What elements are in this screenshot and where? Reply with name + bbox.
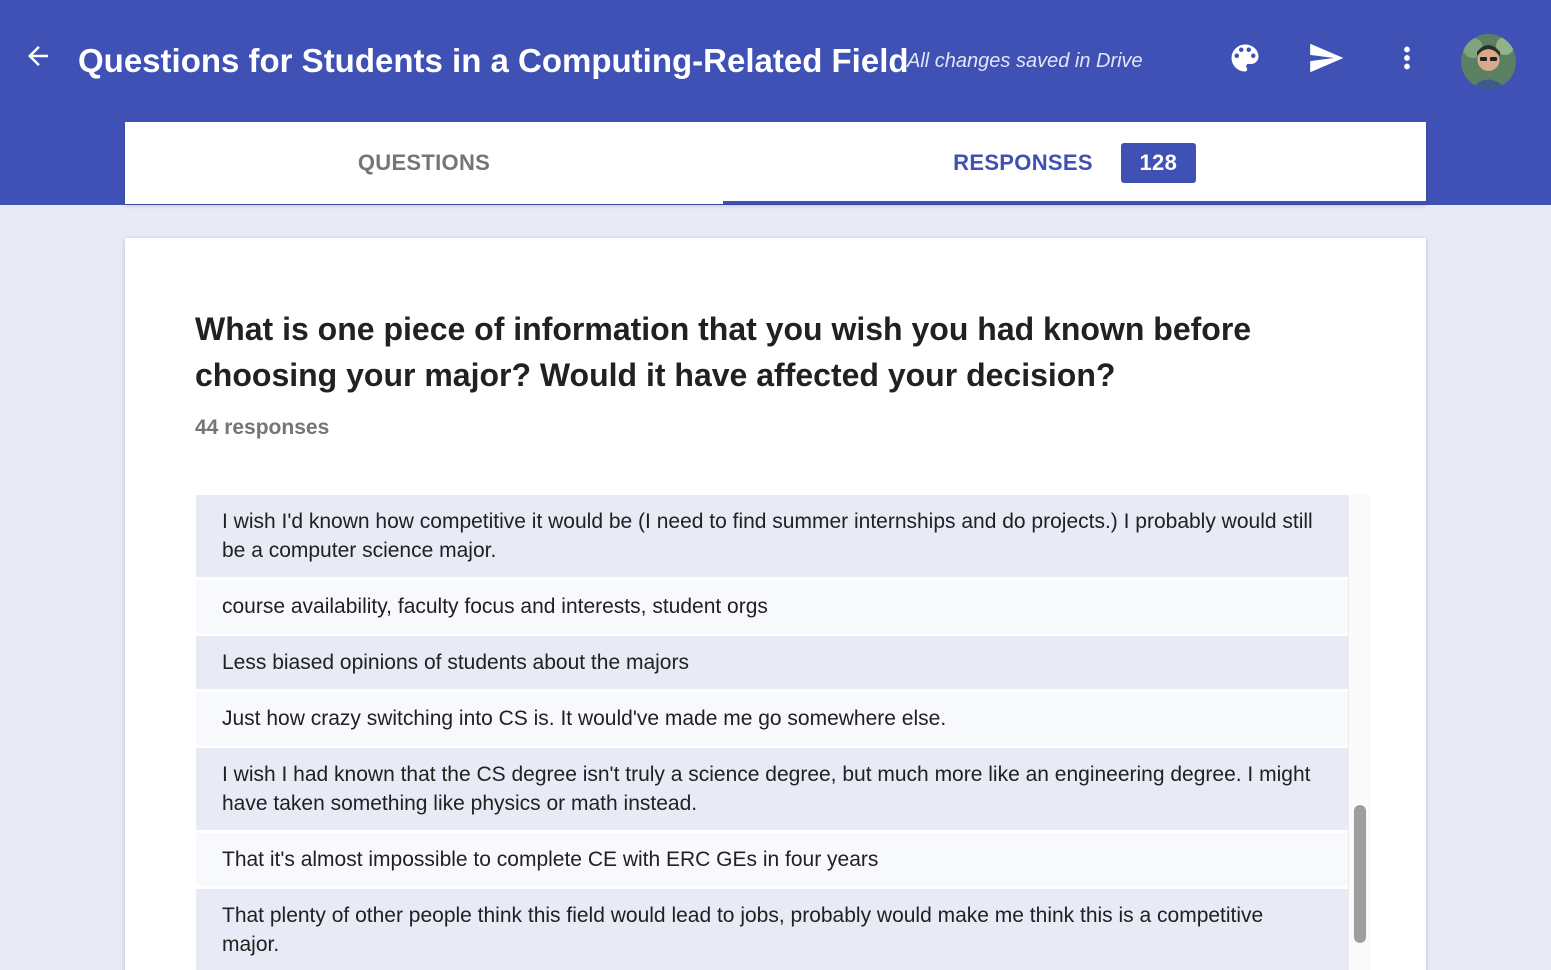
response-item: Less biased opinions of students about t… [196,636,1348,689]
palette-icon [1227,40,1263,81]
response-item: course availability, faculty focus and i… [196,580,1348,633]
send-icon [1307,39,1345,82]
back-button[interactable] [18,40,58,76]
tab-bar: QUESTIONS RESPONSES 128 [125,122,1426,204]
response-count: 44 responses [195,416,330,439]
responses-list: I wish I'd known how competitive it woul… [196,495,1348,970]
question-title: What is one piece of information that yo… [195,311,1252,393]
responses-scrollbar-thumb[interactable] [1354,805,1366,943]
forms-app: Questions for Students in a Computing-Re… [0,0,1551,970]
response-item: That plenty of other people think this f… [196,889,1348,970]
response-item: That it's almost impossible to complete … [196,833,1348,886]
send-button[interactable] [1302,36,1350,84]
customize-theme-button[interactable] [1221,36,1269,84]
tab-questions[interactable]: QUESTIONS [125,122,723,204]
form-title[interactable]: Questions for Students in a Computing-Re… [78,38,909,84]
more-vert-icon [1390,41,1424,80]
responses-count-badge: 128 [1120,143,1196,183]
save-status: All changes saved in Drive [907,50,1143,72]
question-summary-card: What is one piece of information that yo… [125,238,1426,970]
tab-responses-label: RESPONSES [953,150,1093,175]
tab-questions-label: QUESTIONS [357,150,491,175]
account-avatar[interactable] [1461,34,1516,89]
response-item: I wish I'd known how competitive it woul… [196,495,1348,577]
tab-responses[interactable]: RESPONSES 128 [723,122,1426,204]
response-item: I wish I had known that the CS degree is… [196,748,1348,830]
more-options-button[interactable] [1383,36,1431,84]
response-item: Just how crazy switching into CS is. It … [196,692,1348,745]
active-tab-indicator [723,201,1426,204]
arrow-back-icon [23,41,53,76]
